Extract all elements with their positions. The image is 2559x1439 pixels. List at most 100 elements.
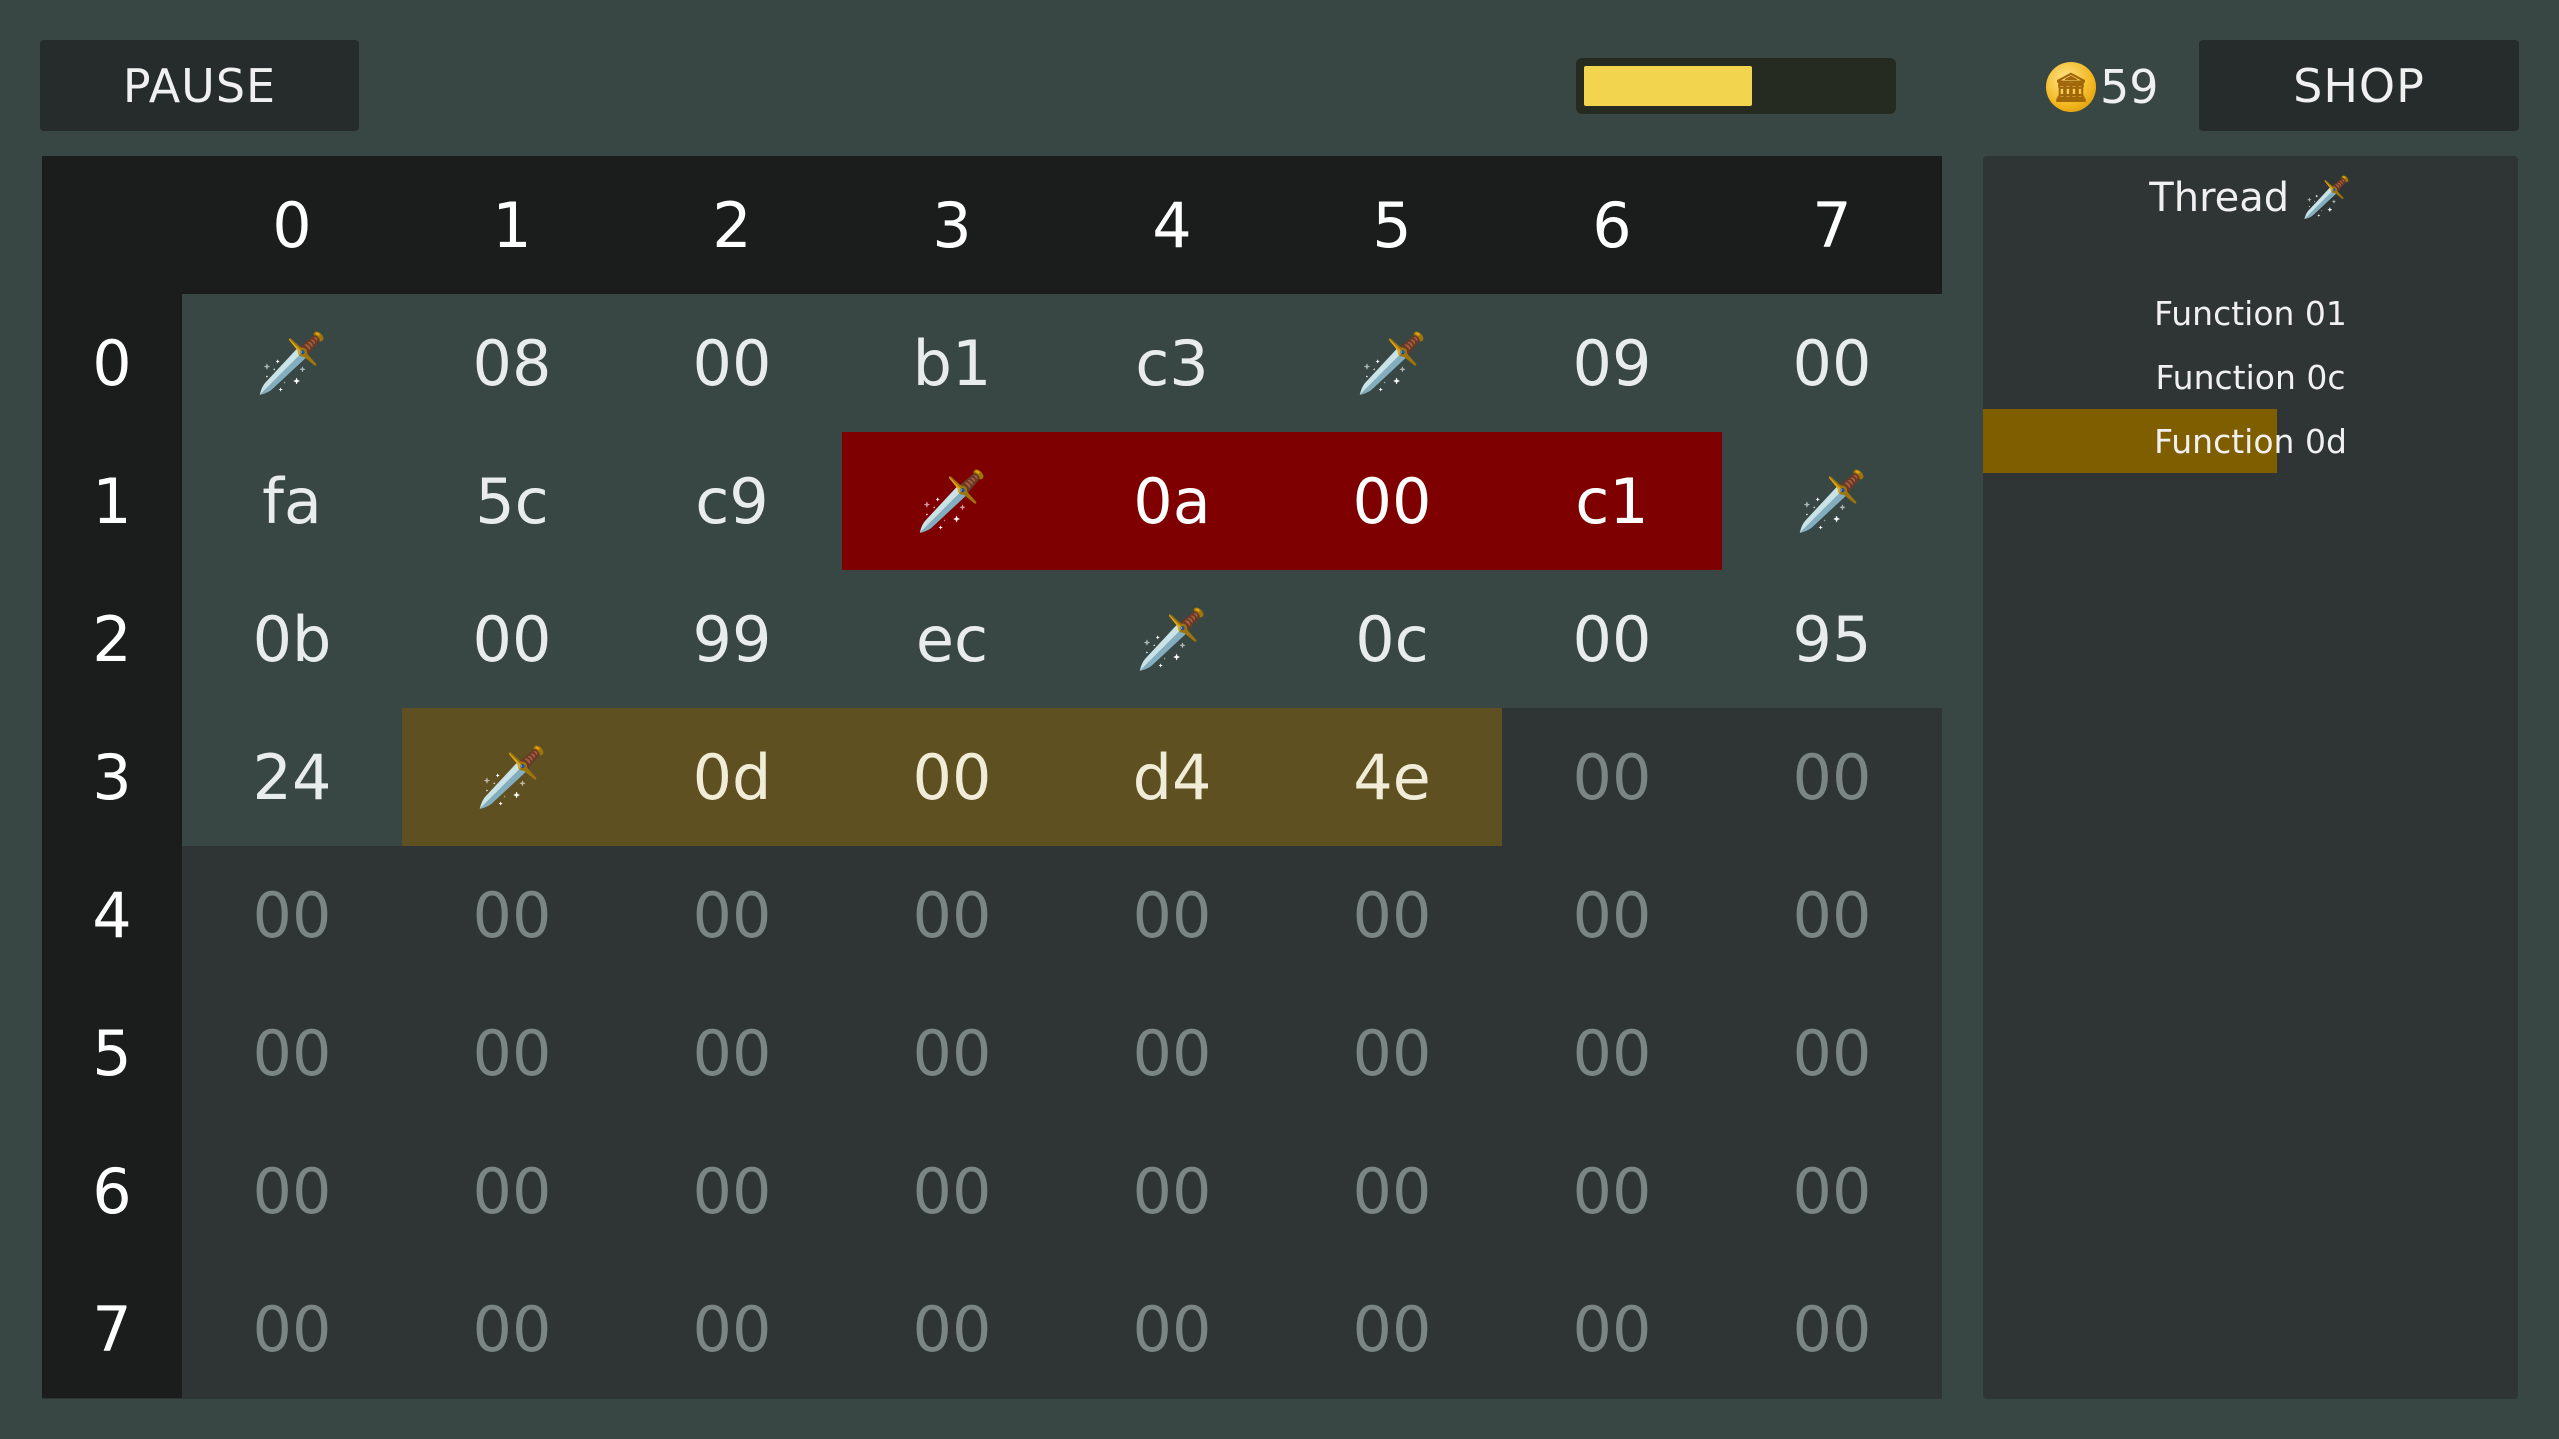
memory-cell[interactable]: 00 — [1062, 846, 1282, 984]
cell-value: 00 — [252, 1016, 332, 1090]
cell-value: 0c — [1355, 602, 1429, 676]
cell-value: c1 — [1575, 464, 1649, 538]
memory-cell[interactable]: 00 — [1282, 846, 1502, 984]
memory-cell[interactable]: 00 — [1502, 708, 1722, 846]
memory-cell[interactable]: 5c — [402, 432, 622, 570]
function-item[interactable]: Function 0c — [1983, 345, 2518, 409]
memory-cell[interactable]: 00 — [1722, 708, 1942, 846]
memory-cell[interactable]: 00 — [182, 1260, 402, 1398]
memory-cell[interactable]: 00 — [622, 984, 842, 1122]
memory-cell[interactable]: 00 — [1722, 294, 1942, 432]
column-header: 0 — [182, 156, 402, 294]
memory-cell[interactable]: 00 — [402, 1260, 622, 1398]
memory-cell[interactable]: 00 — [622, 846, 842, 984]
memory-cell[interactable]: fa — [182, 432, 402, 570]
sword-cell[interactable]: 🗡️ — [1722, 432, 1942, 570]
shop-button[interactable]: SHOP — [2199, 40, 2519, 131]
coin-icon: 🏛 — [2046, 62, 2096, 112]
memory-cell[interactable]: 24 — [182, 708, 402, 846]
memory-cell[interactable]: 00 — [1282, 984, 1502, 1122]
thread-title-label: Thread — [2149, 175, 2290, 221]
memory-cell[interactable]: 00 — [402, 1122, 622, 1260]
memory-cell[interactable]: 00 — [1502, 1122, 1722, 1260]
memory-cell[interactable]: c3 — [1062, 294, 1282, 432]
memory-cell[interactable]: 00 — [1282, 432, 1502, 570]
row-header: 2 — [42, 570, 182, 708]
memory-cell[interactable]: 0a — [1062, 432, 1282, 570]
cell-value: 00 — [912, 740, 992, 814]
sword-cell[interactable]: 🗡️ — [1282, 294, 1502, 432]
memory-cell[interactable]: 00 — [1722, 846, 1942, 984]
memory-cell[interactable]: 00 — [1722, 1260, 1942, 1398]
memory-cell[interactable]: 95 — [1722, 570, 1942, 708]
sword-icon: 🗡️ — [1355, 329, 1429, 397]
memory-cell[interactable]: ec — [842, 570, 1062, 708]
memory-cell[interactable]: 00 — [842, 708, 1062, 846]
cell-value: 4e — [1353, 740, 1431, 814]
cell-value: 00 — [912, 1292, 992, 1366]
cell-value: 5c — [475, 464, 549, 538]
memory-cell[interactable]: 0d — [622, 708, 842, 846]
memory-cell[interactable]: 00 — [402, 846, 622, 984]
memory-cell[interactable]: 00 — [402, 570, 622, 708]
column-header: 7 — [1722, 156, 1942, 294]
cell-value: 00 — [692, 326, 772, 400]
cell-value: 00 — [252, 1292, 332, 1366]
sword-cell[interactable]: 🗡️ — [1062, 570, 1282, 708]
row-header: 0 — [42, 294, 182, 432]
function-item[interactable]: Function 0d — [1983, 409, 2518, 473]
coin-counter: 🏛 59 — [2046, 54, 2159, 120]
column-header: 2 — [622, 156, 842, 294]
pause-button[interactable]: PAUSE — [40, 40, 359, 131]
memory-cell[interactable]: 00 — [1062, 1122, 1282, 1260]
memory-cell[interactable]: 00 — [1282, 1122, 1502, 1260]
memory-cell[interactable]: c1 — [1502, 432, 1722, 570]
memory-cell[interactable]: 00 — [1722, 984, 1942, 1122]
memory-cell[interactable]: 4e — [1282, 708, 1502, 846]
memory-cell[interactable]: 00 — [842, 984, 1062, 1122]
memory-cell[interactable]: 0c — [1282, 570, 1502, 708]
memory-cell[interactable]: 00 — [182, 984, 402, 1122]
cell-value: 00 — [1792, 1292, 1872, 1366]
cell-value: 0d — [692, 740, 772, 814]
sword-cell[interactable]: 🗡️ — [182, 294, 402, 432]
memory-cell[interactable]: d4 — [1062, 708, 1282, 846]
memory-cell[interactable]: 00 — [1062, 984, 1282, 1122]
memory-cell[interactable]: 00 — [1502, 570, 1722, 708]
memory-cell[interactable]: 00 — [842, 1260, 1062, 1398]
memory-cell[interactable]: c9 — [622, 432, 842, 570]
column-header: 1 — [402, 156, 622, 294]
row-header: 6 — [42, 1122, 182, 1260]
memory-cell[interactable]: 00 — [1062, 1260, 1282, 1398]
cell-value: 24 — [252, 740, 332, 814]
memory-cell[interactable]: 00 — [1502, 846, 1722, 984]
memory-cell[interactable]: 09 — [1502, 294, 1722, 432]
memory-cell[interactable]: 00 — [1722, 1122, 1942, 1260]
cell-value: c9 — [695, 464, 769, 538]
memory-cell[interactable]: 00 — [1502, 984, 1722, 1122]
memory-cell[interactable]: 08 — [402, 294, 622, 432]
memory-cell[interactable]: 99 — [622, 570, 842, 708]
cell-value: 00 — [1132, 1292, 1212, 1366]
memory-cell[interactable]: 00 — [182, 846, 402, 984]
function-item[interactable]: Function 01 — [1983, 281, 2518, 345]
memory-cell[interactable]: 00 — [842, 1122, 1062, 1260]
memory-cell[interactable]: b1 — [842, 294, 1062, 432]
sword-cell[interactable]: 🗡️ — [842, 432, 1062, 570]
sword-cell[interactable]: 🗡️ — [402, 708, 622, 846]
memory-cell[interactable]: 0b — [182, 570, 402, 708]
thread-title: Thread 🗡️ — [1983, 174, 2518, 221]
memory-cell[interactable]: 00 — [622, 1260, 842, 1398]
memory-cell[interactable]: 00 — [842, 846, 1062, 984]
memory-cell[interactable]: 00 — [622, 294, 842, 432]
memory-cell[interactable]: 00 — [1502, 1260, 1722, 1398]
cell-value: 00 — [1352, 1154, 1432, 1228]
cell-value: 00 — [1572, 1292, 1652, 1366]
row-header: 1 — [42, 432, 182, 570]
sword-icon: 🗡️ — [475, 743, 549, 811]
memory-cell[interactable]: 00 — [1282, 1260, 1502, 1398]
memory-cell[interactable]: 00 — [622, 1122, 842, 1260]
cell-value: 00 — [1132, 1016, 1212, 1090]
memory-cell[interactable]: 00 — [402, 984, 622, 1122]
memory-cell[interactable]: 00 — [182, 1122, 402, 1260]
